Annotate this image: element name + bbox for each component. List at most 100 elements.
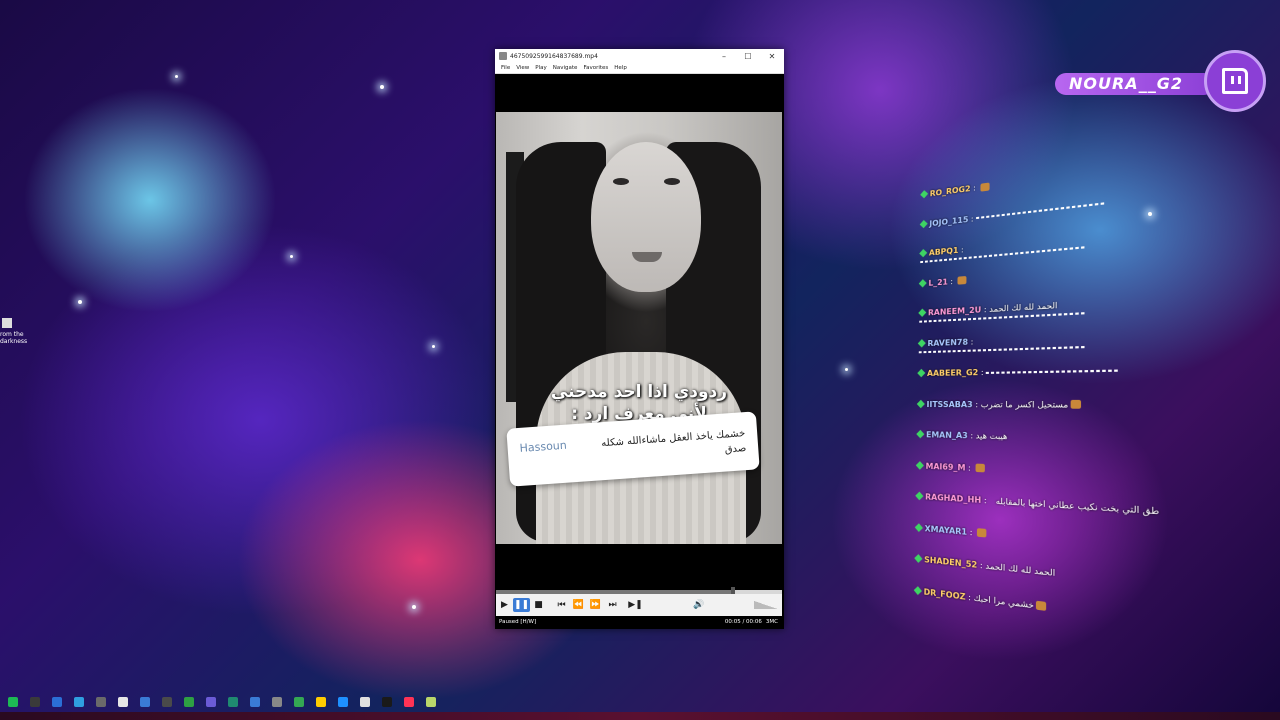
menu-navigate[interactable]: Navigate — [553, 65, 578, 71]
star — [290, 255, 293, 258]
comment-text: خشمك ياخذ العقل ماشاءالله شكله صدق — [600, 428, 747, 456]
chat-username[interactable]: RAGHAD_HH — [925, 492, 981, 505]
chat-message: SHADEN_52 : الحمد لله لك الحمد — [914, 554, 1056, 579]
chat-username[interactable]: ABPQ1 — [929, 246, 959, 258]
chat-text: الحمد لله لك الحمد — [985, 561, 1056, 579]
moderator-badge-icon — [918, 278, 927, 287]
moderator-badge-icon — [918, 308, 927, 317]
player-app-icon — [499, 52, 507, 60]
desktop-shortcut[interactable]: rom the darkness — [0, 318, 28, 345]
time-display: 00:05 / 00:06 — [724, 619, 762, 625]
chat-username[interactable]: RO_ROG2 — [930, 184, 971, 198]
taskbar-app-icon[interactable] — [360, 697, 370, 707]
taskbar-app-icon[interactable] — [30, 697, 40, 707]
taskbar — [0, 692, 1280, 712]
previous-button[interactable]: ⏮ — [553, 600, 570, 610]
chat-message: DR_FOOZ : خشمي مرا احبك — [913, 585, 1047, 612]
chat-username[interactable]: XMAYAR1 — [925, 523, 968, 536]
taskbar-app-icon[interactable] — [118, 697, 128, 707]
volume-slider[interactable] — [754, 601, 778, 609]
star — [432, 345, 435, 348]
chat-message: RAGHAD_HH : طق التي بخت نكيب عطاني اختها… — [915, 491, 1160, 517]
moderator-badge-icon — [913, 585, 922, 595]
chat-username[interactable]: RAVEN78 — [927, 337, 968, 348]
chat-username[interactable]: SHADEN_52 — [924, 555, 977, 570]
chat-message: RANEEM_2U : الحمد لله لك الحمد — [918, 299, 1087, 323]
desktop-shortcut-label: rom the darkness — [0, 331, 28, 345]
video-frame[interactable]: ردودي اذا احد مدحني لأني معرف ارد : Hass… — [496, 112, 782, 544]
rewind-button[interactable]: ⏪ — [570, 600, 587, 610]
chat-emote-line — [976, 202, 1107, 220]
chat-message: RAVEN78 : — [917, 332, 1087, 353]
menu-favorites[interactable]: Favorites — [583, 65, 608, 71]
twitch-channel-name: NOURA__G2 — [1055, 73, 1215, 95]
playback-status: Paused [H/W] — [499, 619, 537, 625]
taskbar-app-icon[interactable] — [382, 697, 392, 707]
taskbar-app-icon[interactable] — [96, 697, 106, 707]
chat-text: طق التي بخت نكيب عطاني اختها بالمقابله — [995, 496, 1160, 517]
menu-file[interactable]: File — [501, 65, 510, 71]
volume-icon[interactable]: 🔊 — [691, 600, 708, 610]
star — [845, 368, 848, 371]
menu-help[interactable]: Help — [614, 65, 627, 71]
chat-message: AABEER_G2 : — [917, 365, 1121, 378]
star — [380, 85, 384, 89]
maximize-button[interactable]: ☐ — [736, 52, 760, 61]
chat-emote-icon — [980, 182, 990, 192]
minimize-button[interactable]: – — [712, 52, 736, 61]
taskbar-app-icon[interactable] — [206, 697, 216, 707]
chat-text: خشمي مرا احبك — [973, 592, 1034, 610]
moderator-badge-icon — [915, 460, 924, 470]
controls-bar: ▶ ❚❚ ■ ⏮ ⏪ ⏩ ⏭ ▶❚ 🔊 — [496, 594, 782, 616]
chat-text: هيبت هيد — [975, 431, 1008, 442]
chat-message: ABPQ1 : — [919, 233, 1087, 264]
title-bar[interactable]: 4675092599164837689.mp4 – ☐ ✕ — [495, 49, 784, 63]
chat-username[interactable]: EMAN_A3 — [926, 430, 968, 440]
chat-text: الحمد لله لك الحمد — [989, 300, 1058, 315]
chat-username[interactable]: IITSSABA3 — [926, 399, 972, 408]
taskbar-app-icon[interactable] — [228, 697, 238, 707]
play-button[interactable]: ▶ — [496, 600, 513, 610]
taskbar-app-icon[interactable] — [316, 697, 326, 707]
video-caption-line1: ردودي اذا احد مدحني — [550, 382, 728, 402]
taskbar-app-icon[interactable] — [8, 697, 18, 707]
chat-emote-icon — [1070, 399, 1081, 409]
chat-message: RO_ROG2 : — [920, 182, 990, 200]
taskbar-app-icon[interactable] — [52, 697, 62, 707]
stop-button[interactable]: ■ — [530, 600, 547, 610]
chat-username[interactable]: DR_FOOZ — [924, 587, 966, 602]
chat-emote-icon — [975, 463, 985, 473]
taskbar-app-icon[interactable] — [272, 697, 282, 707]
taskbar-app-icon[interactable] — [140, 697, 150, 707]
taskbar-app-icon[interactable] — [74, 697, 84, 707]
moderator-badge-icon — [915, 491, 924, 501]
moderator-badge-icon — [917, 338, 926, 348]
chat-emote-line — [986, 368, 1121, 374]
pause-button[interactable]: ❚❚ — [513, 598, 530, 612]
taskbar-app-icon[interactable] — [162, 697, 172, 707]
taskbar-app-icon[interactable] — [250, 697, 260, 707]
chat-username[interactable]: JOJO_115 — [929, 214, 968, 227]
taskbar-app-icon[interactable] — [404, 697, 414, 707]
bottom-strip — [0, 712, 1280, 720]
taskbar-app-icon[interactable] — [426, 697, 436, 707]
chat-username[interactable]: RANEEM_2U — [928, 305, 981, 317]
chat-username[interactable]: AABEER_G2 — [927, 368, 978, 378]
next-button[interactable]: ⏭ — [604, 600, 621, 610]
menu-view[interactable]: View — [516, 65, 529, 71]
taskbar-app-icon[interactable] — [294, 697, 304, 707]
chat-username[interactable]: L_21 — [928, 277, 948, 287]
moderator-badge-icon — [916, 399, 925, 408]
menu-play[interactable]: Play — [535, 65, 546, 71]
close-button[interactable]: ✕ — [760, 52, 784, 61]
chat-message: XMAYAR1 : — [914, 522, 987, 538]
window-title: 4675092599164837689.mp4 — [510, 52, 598, 60]
frame-step-button[interactable]: ▶❚ — [627, 600, 644, 610]
forward-button[interactable]: ⏩ — [587, 600, 604, 610]
menu-bar: File View Play Navigate Favorites Help — [495, 63, 784, 74]
taskbar-app-icon[interactable] — [338, 697, 348, 707]
media-player-window: 4675092599164837689.mp4 – ☐ ✕ File View … — [495, 49, 784, 629]
chat-username[interactable]: MAI69_M — [926, 461, 966, 472]
taskbar-app-icon[interactable] — [184, 697, 194, 707]
chat-message: L_21 : — [918, 275, 967, 287]
